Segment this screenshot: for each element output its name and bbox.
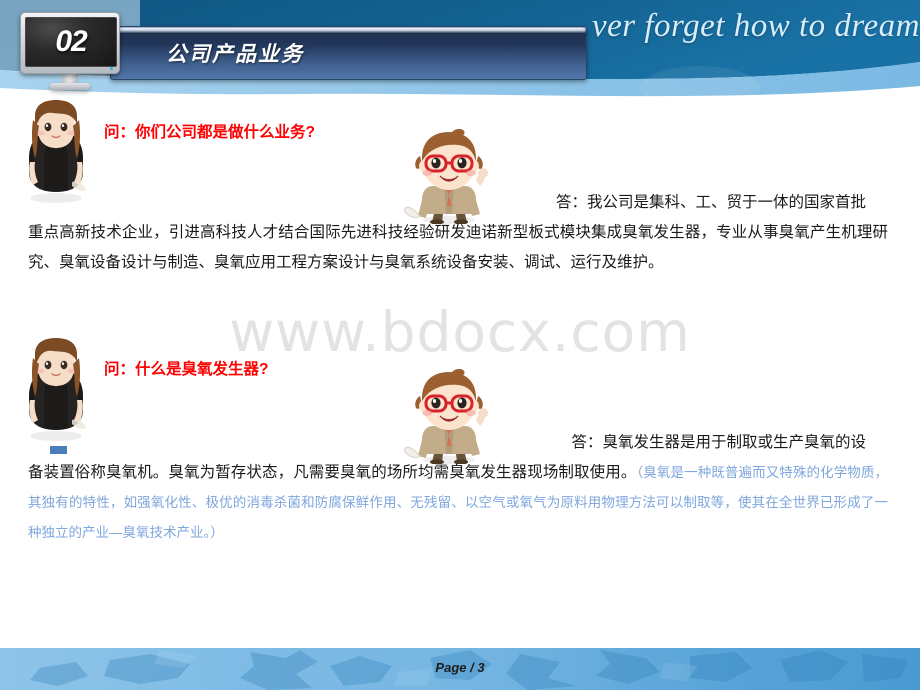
page-title: 公司产品业务: [166, 43, 304, 66]
slide-footer: Page / 3: [0, 648, 920, 690]
page-number: Page / 3: [435, 660, 485, 675]
avatar-girl-1: [16, 100, 96, 210]
section-title-bar: 公司产品业务: [110, 26, 587, 80]
monitor-power-led-icon: [110, 67, 113, 70]
monitor-icon: 02: [20, 12, 124, 90]
section-number: 02: [55, 25, 87, 58]
answer-1-body: 重点高新技术企业，引进高科技人才结合国际先进科技经验研发迪诺新型板式模块集成臭氧…: [28, 224, 888, 271]
question-2: 问：什么是臭氧发生器?: [104, 361, 269, 378]
avatar-girl-2-marker: [50, 446, 67, 454]
monitor-base: [50, 83, 90, 90]
slide-canvas: ver forget how to dream 02 公司产品业务 www.bd…: [0, 0, 920, 690]
monitor-frame: 02: [20, 12, 120, 74]
avatar-girl-2: [16, 338, 96, 448]
answer-2-body: 备装置俗称臭氧机。臭氧为暂存状态，凡需要臭氧的场所均需臭氧发生器现场制取使用。: [28, 464, 637, 481]
watermark: www.bdocx.com: [229, 300, 691, 364]
monitor-screen: 02: [25, 17, 117, 67]
avatar-boy-1: [400, 128, 498, 229]
question-1: 问：你们公司都是做什么业务?: [104, 124, 315, 141]
avatar-boy-2: [400, 368, 498, 469]
